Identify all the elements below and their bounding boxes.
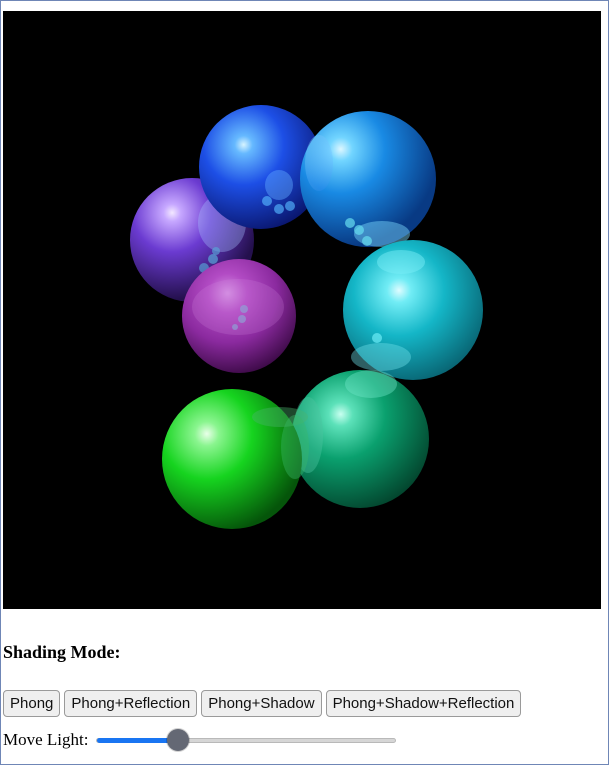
sphere-scene [3,11,601,609]
sphere-cyan [343,240,483,380]
sphere-sky-blue [300,111,436,247]
phong-shadow-button[interactable]: Phong+Shadow [201,690,322,717]
sphere-magenta [182,259,296,373]
move-light-slider[interactable] [96,729,397,751]
shading-buttons: Phong Phong+Reflection Phong+Shadow Phon… [3,690,522,717]
phong-shadow-reflection-button[interactable]: Phong+Shadow+Reflection [325,690,522,717]
shading-mode-title: Shading Mode: [3,642,121,662]
move-light-label: Move Light: [3,730,89,749]
render-canvas[interactable] [3,11,601,609]
sphere-teal [291,370,429,508]
phong-reflection-button[interactable]: Phong+Reflection [64,690,198,717]
slider-thumb[interactable] [166,729,189,751]
move-light-control: Move Light: [3,728,397,752]
slider-fill [97,737,178,743]
phong-button[interactable]: Phong [3,690,61,717]
